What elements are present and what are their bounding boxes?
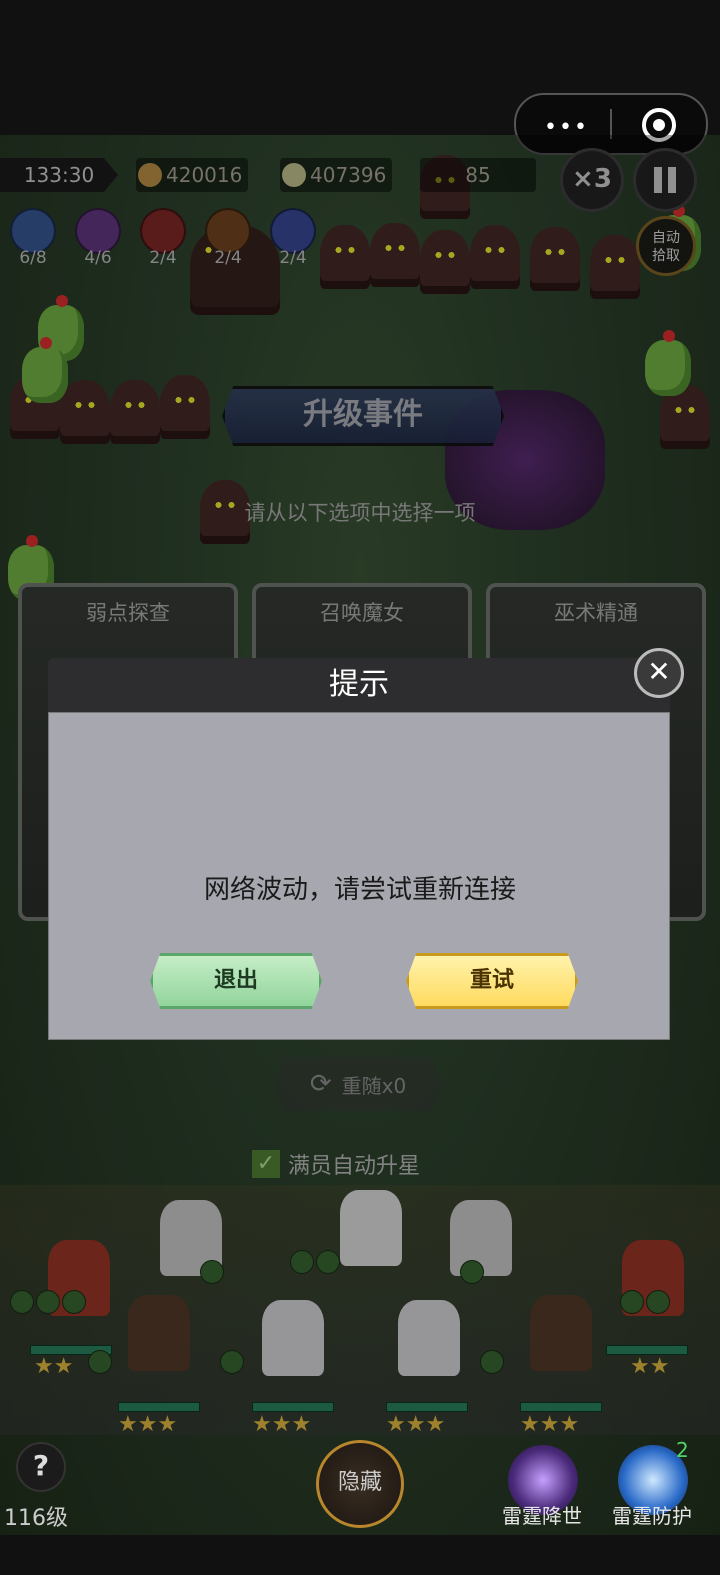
hide-button[interactable]: 隐藏 — [316, 1440, 404, 1528]
exit-button[interactable]: 退出 — [150, 953, 322, 1009]
dialog-title: 提示 — [48, 658, 670, 712]
close-icon[interactable]: ✕ — [634, 648, 684, 698]
dialog-body: 网络波动，请尝试重新连接 — [48, 712, 670, 1040]
retry-button[interactable]: 重试 — [406, 953, 578, 1009]
ability-label: 雷霆防护 — [612, 1504, 692, 1528]
dialog-message: 网络波动，请尝试重新连接 — [203, 875, 516, 905]
ability-count: 2 — [676, 1438, 689, 1462]
player-level: 116级 — [4, 1506, 68, 1531]
bottom-bar — [0, 1535, 720, 1575]
help-button[interactable]: ? — [16, 1442, 66, 1492]
ability-label: 雷霆降世 — [502, 1504, 582, 1528]
